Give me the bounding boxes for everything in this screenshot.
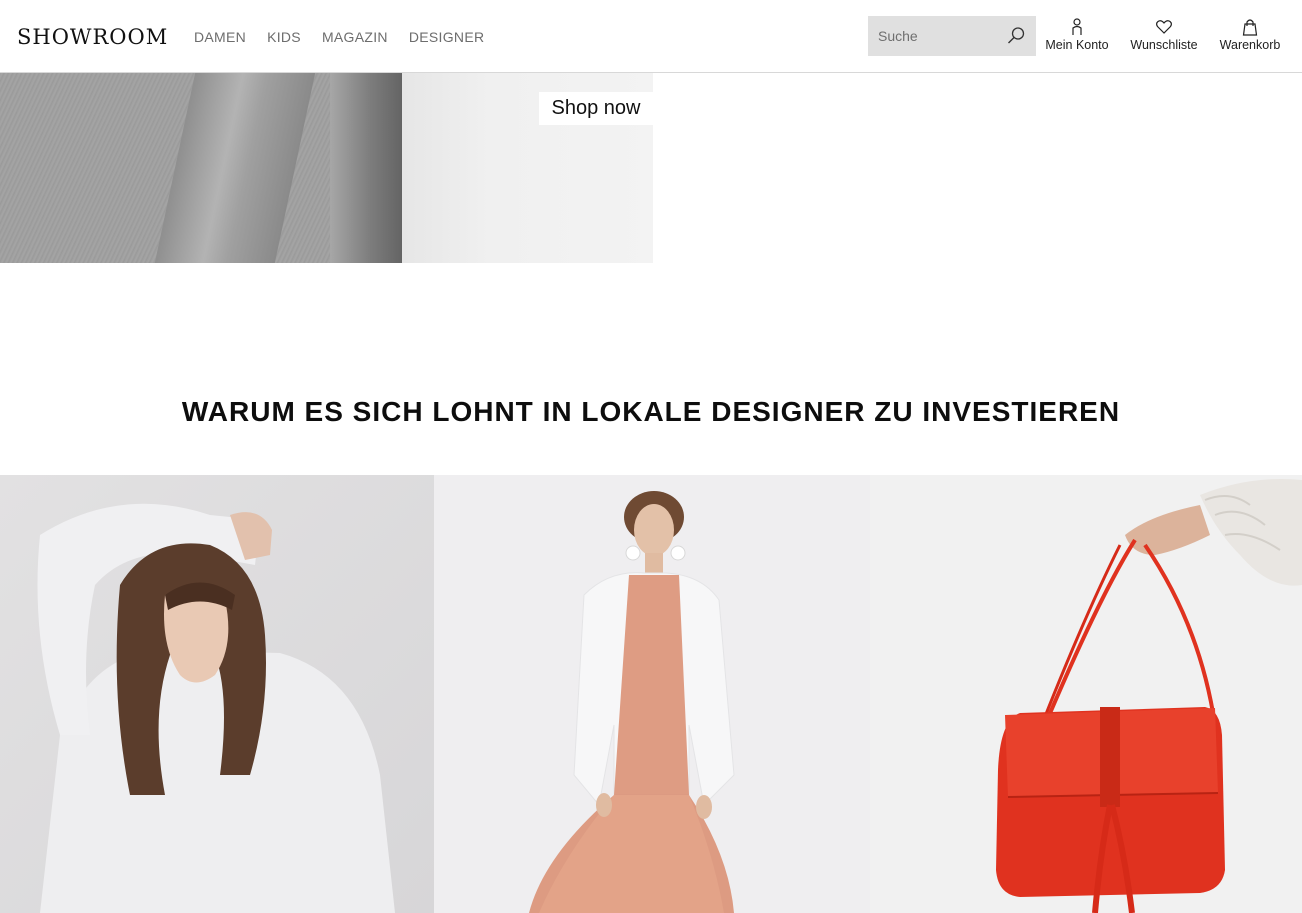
nav-item-magazin[interactable]: MAGAZIN	[322, 29, 388, 45]
feature-tile-sweater[interactable]	[0, 475, 434, 913]
user-icon	[1072, 18, 1082, 35]
search-icon[interactable]	[1006, 26, 1026, 46]
hero-banner[interactable]: Shop now	[0, 73, 653, 263]
sweater-model-image	[0, 475, 434, 913]
nav-item-designer[interactable]: DESIGNER	[409, 29, 485, 45]
main-nav: DAMEN KIDS MAGAZIN DESIGNER	[194, 29, 505, 45]
account-label: Mein Konto	[1045, 38, 1109, 52]
search-box	[868, 16, 1036, 56]
wishlist-link[interactable]: Wunschliste	[1128, 18, 1200, 52]
site-header: SHOWROOM DAMEN KIDS MAGAZIN DESIGNER Mei…	[0, 0, 1302, 73]
heart-icon	[1156, 20, 1172, 34]
feature-tile-jacket[interactable]	[434, 475, 870, 913]
hero-coat-edge	[330, 73, 410, 263]
section-title: WARUM ES SICH LOHNT IN LOKALE DESIGNER Z…	[181, 396, 1121, 427]
site-logo[interactable]: SHOWROOM	[17, 25, 168, 49]
red-bag-image	[870, 475, 1302, 913]
wishlist-label: Wunschliste	[1130, 38, 1198, 52]
search-input[interactable]	[868, 16, 1008, 56]
feature-tile-bag[interactable]	[870, 475, 1302, 913]
cart-label: Warenkorb	[1219, 38, 1281, 52]
cart-link[interactable]: Warenkorb	[1216, 18, 1284, 52]
account-link[interactable]: Mein Konto	[1043, 18, 1111, 52]
nav-item-kids[interactable]: KIDS	[267, 29, 301, 45]
shop-now-button[interactable]: Shop now	[539, 92, 653, 125]
jacket-model-image	[434, 475, 870, 913]
nav-item-damen[interactable]: DAMEN	[194, 29, 246, 45]
shopping-bag-icon	[1242, 19, 1258, 36]
